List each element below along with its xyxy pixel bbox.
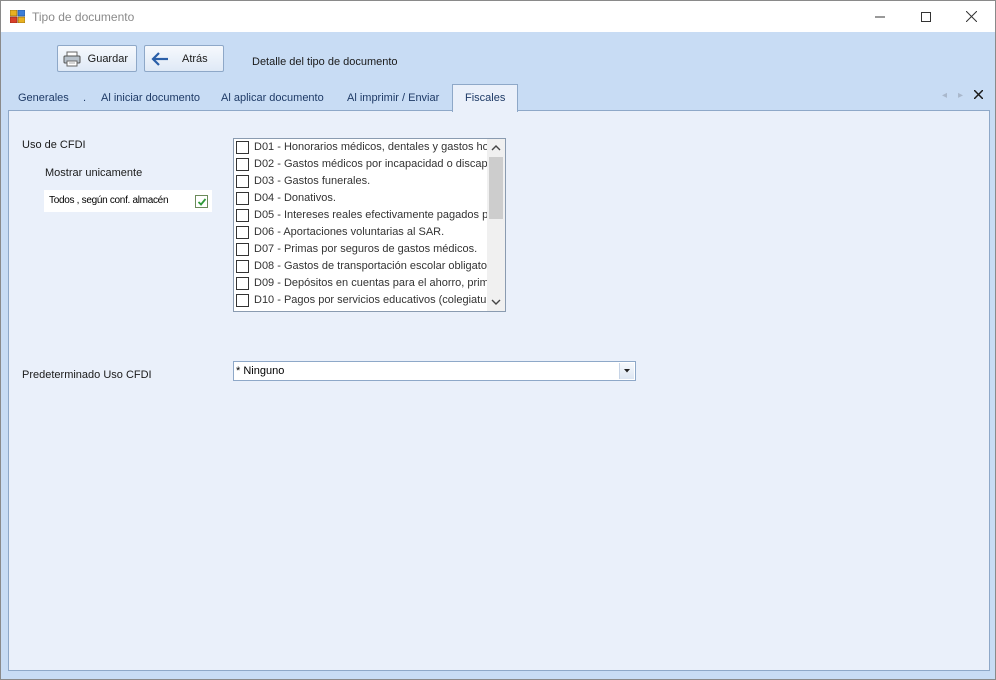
back-button-label: Atrás <box>182 52 208 65</box>
printer-save-icon <box>63 51 82 67</box>
list-item-checkbox[interactable] <box>236 277 249 290</box>
list-item-label: D05 - Intereses reales efectivamente pag… <box>254 209 487 221</box>
list-item-label: D03 - Gastos funerales. <box>254 175 371 187</box>
toolbar: Guardar Atrás Detalle del tipo de docume… <box>1 32 995 84</box>
list-item-checkbox[interactable] <box>236 158 249 171</box>
list-item-checkbox[interactable] <box>236 175 249 188</box>
tab-dot[interactable]: . <box>83 85 86 111</box>
toolbar-caption: Detalle del tipo de documento <box>252 56 398 68</box>
predeterminado-uso-cfdi-label: Predeterminado Uso CFDI <box>22 369 152 381</box>
dropdown-button[interactable] <box>619 363 634 379</box>
filter-option-label: Todos , según conf. almacén <box>49 195 169 206</box>
list-item-label: D10 - Pagos por servicios educativos (co… <box>254 294 487 306</box>
list-item[interactable]: D07 - Primas por seguros de gastos médic… <box>234 241 487 258</box>
window-title: Tipo de documento <box>32 10 135 24</box>
tab-prev-icon[interactable]: ◂ <box>942 90 947 101</box>
tab-al-imprimir-enviar[interactable]: Al imprimir / Enviar <box>347 85 439 111</box>
arrow-left-icon <box>150 51 170 67</box>
app-grid-icon <box>9 9 26 24</box>
list-item[interactable]: D09 - Depósitos en cuentas para el ahorr… <box>234 275 487 292</box>
title-bar: Tipo de documento <box>1 1 995 32</box>
list-item-checkbox[interactable] <box>236 260 249 273</box>
close-icon <box>973 89 984 100</box>
filter-checkbox[interactable] <box>195 195 208 208</box>
chevron-down-icon[interactable] <box>491 297 501 307</box>
list-item-checkbox[interactable] <box>236 141 249 154</box>
filter-option[interactable]: Todos , según conf. almacén <box>44 190 212 212</box>
tab-strip: Generales . Al iniciar documento Al apli… <box>1 84 995 112</box>
uso-cfdi-checklist[interactable]: D01 - Honorarios médicos, dentales y gas… <box>233 138 506 312</box>
uso-cfdi-label: Uso de CFDI <box>22 139 86 151</box>
tab-generales[interactable]: Generales <box>18 85 69 111</box>
chevron-up-icon[interactable] <box>491 143 501 153</box>
minimize-button[interactable] <box>857 1 903 32</box>
list-item-checkbox[interactable] <box>236 294 249 307</box>
checkmark-icon <box>197 197 206 206</box>
list-item[interactable]: D03 - Gastos funerales. <box>234 173 487 190</box>
caret-down-icon <box>624 369 630 373</box>
back-button[interactable]: Atrás <box>144 45 224 72</box>
fiscales-panel: Uso de CFDI Mostrar unicamente Todos , s… <box>8 110 990 671</box>
list-item[interactable]: D05 - Intereses reales efectivamente pag… <box>234 207 487 224</box>
default-uso-cfdi-select[interactable]: * Ninguno <box>233 361 636 381</box>
list-item[interactable]: D01 - Honorarios médicos, dentales y gas… <box>234 139 487 156</box>
list-item[interactable]: D02 - Gastos médicos por incapacidad o d… <box>234 156 487 173</box>
list-item[interactable]: D04 - Donativos. <box>234 190 487 207</box>
list-item-label: D09 - Depósitos en cuentas para el ahorr… <box>254 277 487 289</box>
list-item-checkbox[interactable] <box>236 192 249 205</box>
tab-al-iniciar-documento[interactable]: Al iniciar documento <box>101 85 200 111</box>
list-item[interactable]: D06 - Aportaciones voluntarias al SAR. <box>234 224 487 241</box>
list-item-checkbox[interactable] <box>236 226 249 239</box>
close-window-button[interactable] <box>948 1 994 32</box>
list-item-label: D01 - Honorarios médicos, dentales y gas… <box>254 141 487 153</box>
list-item-label: D08 - Gastos de transportación escolar o… <box>254 260 487 272</box>
tab-next-icon[interactable]: ▸ <box>958 90 963 101</box>
maximize-icon <box>921 11 931 22</box>
tab-close-button[interactable] <box>973 89 984 102</box>
tab-al-aplicar-documento[interactable]: Al aplicar documento <box>221 85 324 111</box>
list-item-label: D07 - Primas por seguros de gastos médic… <box>254 243 478 255</box>
minimize-icon <box>875 16 885 17</box>
maximize-button[interactable] <box>903 1 949 32</box>
list-item-checkbox[interactable] <box>236 243 249 256</box>
close-icon <box>965 11 977 22</box>
list-item-label: D06 - Aportaciones voluntarias al SAR. <box>254 226 445 238</box>
default-uso-cfdi-value: * Ninguno <box>236 365 285 377</box>
scrollbar-thumb[interactable] <box>489 157 503 219</box>
main-window: Tipo de documento Guardar Atrás Detalle … <box>0 0 996 680</box>
list-item-label: D04 - Donativos. <box>254 192 336 204</box>
mostrar-unicamente-label: Mostrar unicamente <box>45 167 143 179</box>
save-button-label: Guardar <box>87 52 128 65</box>
list-item-checkbox[interactable] <box>236 209 249 222</box>
checklist-scrollbar[interactable] <box>487 139 505 311</box>
save-button[interactable]: Guardar <box>57 45 137 72</box>
list-item-label: D02 - Gastos médicos por incapacidad o d… <box>254 158 487 170</box>
list-item[interactable]: D08 - Gastos de transportación escolar o… <box>234 258 487 275</box>
list-item[interactable]: D10 - Pagos por servicios educativos (co… <box>234 292 487 309</box>
tab-fiscales[interactable]: Fiscales <box>452 84 519 112</box>
